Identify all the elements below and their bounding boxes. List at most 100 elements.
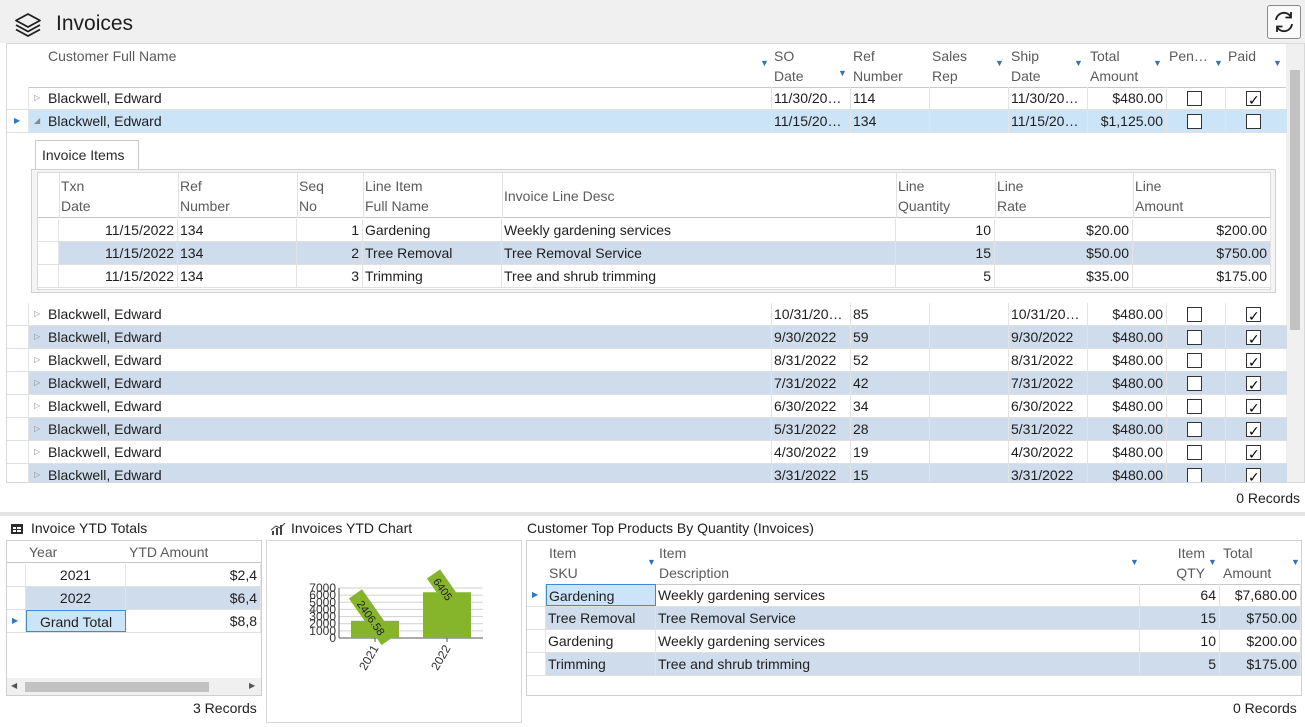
filter-icon[interactable]: ▼ xyxy=(995,58,1004,68)
cell-sku[interactable]: Tree Removal xyxy=(546,607,656,629)
table-row[interactable]: ▷ Blackwell, Edward 3/31/2022 15 3/31/2022 $4… xyxy=(7,464,1287,482)
cell-item[interactable]: Tree Removal xyxy=(363,242,502,264)
expand-icon[interactable]: ▷ xyxy=(34,332,40,341)
cell-total[interactable]: $480.00 xyxy=(1088,395,1167,417)
cell-item[interactable]: Gardening xyxy=(363,219,502,241)
invoice-items-grid[interactable]: Txn Date Ref Number Seq No Line Item Full Name I… xyxy=(37,172,1271,290)
cell-customer[interactable]: Blackwell, Edward xyxy=(46,87,772,109)
col-header-amount[interactable]: Line Amount xyxy=(1135,176,1269,216)
row-indicator[interactable] xyxy=(7,349,29,371)
scroll-right-icon[interactable]: ▶ xyxy=(249,681,255,690)
cell-desc[interactable]: Tree and shrub trimming xyxy=(656,653,1140,675)
cell-amount[interactable]: $175.00 xyxy=(1220,653,1301,675)
cell-so-date[interactable]: 6/30/2022 xyxy=(772,395,851,417)
row-indicator[interactable] xyxy=(527,653,546,675)
cell-rate[interactable]: $35.00 xyxy=(995,265,1133,287)
cell-ship-date[interactable]: 6/30/2022 xyxy=(1009,395,1088,417)
filter-icon[interactable]: ▼ xyxy=(1214,58,1223,68)
cell-sku[interactable]: Gardening xyxy=(546,630,656,652)
cell-pending[interactable] xyxy=(1167,418,1226,440)
filter-icon[interactable]: ▼ xyxy=(1153,58,1162,68)
col-header-sku[interactable]: Item SKU xyxy=(549,543,653,583)
cell-paid[interactable] xyxy=(1226,87,1287,109)
cell-desc[interactable]: Tree and shrub trimming xyxy=(502,265,896,287)
cell-sales-rep[interactable] xyxy=(930,303,1009,325)
cell-ref[interactable]: 134 xyxy=(851,110,930,132)
top-products-grid[interactable]: Item SKU ▼ Item Description ▼ Item QTY ▼ Total Amo… xyxy=(526,540,1302,696)
pending-checkbox[interactable] xyxy=(1187,114,1202,129)
cell-ship-date[interactable]: 9/30/2022 xyxy=(1009,326,1088,348)
cell-paid[interactable] xyxy=(1226,303,1287,325)
cell-customer[interactable]: Blackwell, Edward xyxy=(46,349,772,371)
col-header-ref[interactable]: Ref Number xyxy=(853,46,931,86)
table-row[interactable]: 11/15/2022 134 3 Trimming Tree and shrub tri… xyxy=(38,265,1271,288)
expand-icon[interactable]: ▷ xyxy=(34,470,40,479)
col-header-customer[interactable]: Customer Full Name xyxy=(48,46,176,66)
row-indicator[interactable] xyxy=(7,587,26,609)
filter-icon[interactable]: ▼ xyxy=(1291,557,1300,567)
cell-sku[interactable]: Trimming xyxy=(546,653,656,675)
cell-ship-date[interactable]: 10/31/20… xyxy=(1009,303,1088,325)
cell-amount[interactable]: $7,680.00 xyxy=(1220,584,1301,606)
paid-checkbox[interactable] xyxy=(1246,114,1261,129)
cell-ship-date[interactable]: 7/31/2022 xyxy=(1009,372,1088,394)
expand-icon[interactable]: ▷ xyxy=(34,355,40,364)
cell-pending[interactable] xyxy=(1167,110,1226,132)
cell-pending[interactable] xyxy=(1167,326,1226,348)
cell-paid[interactable] xyxy=(1226,464,1287,482)
cell-ytd-amount[interactable]: $8,8 xyxy=(126,610,261,632)
ytd-totals-grid[interactable]: Year YTD Amount 2021 $2,4 2022 $6,4 ▶ Grand Tot… xyxy=(6,540,262,696)
cell-so-date[interactable]: 10/31/20… xyxy=(772,303,851,325)
table-row[interactable]: ▷ Blackwell, Edward 6/30/2022 34 6/30/2022 $4… xyxy=(7,395,1287,418)
table-row[interactable]: ▷ Blackwell, Edward 11/30/20… 114 11/30/20… $… xyxy=(7,87,1287,110)
cell-txn[interactable]: 11/15/2022 xyxy=(59,242,178,264)
cell-seq[interactable]: 3 xyxy=(297,265,363,287)
pending-checkbox[interactable] xyxy=(1187,353,1202,368)
cell-rate[interactable]: $50.00 xyxy=(995,242,1133,264)
cell-total[interactable]: $480.00 xyxy=(1088,303,1167,325)
vertical-scrollbar[interactable] xyxy=(1286,44,1304,482)
cell-qty[interactable]: 5 xyxy=(1140,653,1220,675)
cell-so-date[interactable]: 3/31/2022 xyxy=(772,464,851,482)
cell-qty[interactable]: 5 xyxy=(896,265,995,287)
table-row[interactable]: ▷ Blackwell, Edward 10/31/20… 85 10/31/20… $4… xyxy=(7,303,1287,326)
col-header-qty[interactable]: Item QTY xyxy=(1143,543,1217,583)
scrollbar-thumb[interactable] xyxy=(1290,70,1300,330)
col-header-desc[interactable]: Invoice Line Desc xyxy=(504,186,894,206)
paid-checkbox[interactable] xyxy=(1246,351,1261,371)
cell-sku[interactable]: Gardening xyxy=(546,584,656,606)
cell-seq[interactable]: 1 xyxy=(297,219,363,241)
row-indicator[interactable] xyxy=(7,564,26,586)
cell-desc[interactable]: Weekly gardening services xyxy=(502,219,896,241)
cell-total[interactable]: $1,125.00 xyxy=(1088,110,1167,132)
cell-ref[interactable]: 59 xyxy=(851,326,930,348)
cell-paid[interactable] xyxy=(1226,326,1287,348)
pending-checkbox[interactable] xyxy=(1187,376,1202,391)
pending-checkbox[interactable] xyxy=(1187,445,1202,460)
cell-customer[interactable]: Blackwell, Edward xyxy=(46,395,772,417)
col-header-pending[interactable]: Pen… xyxy=(1169,46,1209,66)
cell-ship-date[interactable]: 3/31/2022 xyxy=(1009,464,1088,482)
cell-year[interactable]: Grand Total xyxy=(26,610,126,632)
cell-ref[interactable]: 134 xyxy=(178,219,297,241)
expand-icon[interactable]: ▷ xyxy=(34,424,40,433)
col-header-item[interactable]: Line Item Full Name xyxy=(365,176,500,216)
cell-txn[interactable]: 11/15/2022 xyxy=(59,265,178,287)
cell-ref[interactable]: 15 xyxy=(851,464,930,482)
paid-checkbox[interactable] xyxy=(1246,374,1261,394)
col-header-desc[interactable]: Item Description xyxy=(659,543,1137,583)
cell-so-date[interactable]: 11/30/20… xyxy=(772,87,851,109)
cell-ship-date[interactable]: 11/30/20… xyxy=(1009,87,1088,109)
cell-pending[interactable] xyxy=(1167,395,1226,417)
table-row[interactable]: ▷ Blackwell, Edward 7/31/2022 42 7/31/2022 $4… xyxy=(7,372,1287,395)
expand-icon[interactable]: ▷ xyxy=(34,378,40,387)
cell-ref[interactable]: 28 xyxy=(851,418,930,440)
paid-checkbox[interactable] xyxy=(1246,89,1261,109)
pending-checkbox[interactable] xyxy=(1187,307,1202,322)
paid-checkbox[interactable] xyxy=(1246,420,1261,440)
cell-txn[interactable]: 11/15/2022 xyxy=(59,219,178,241)
cell-ref[interactable]: 114 xyxy=(851,87,930,109)
cell-qty[interactable]: 64 xyxy=(1140,584,1220,606)
cell-customer[interactable]: Blackwell, Edward xyxy=(46,441,772,463)
col-header-ytd-amount[interactable]: YTD Amount xyxy=(129,542,208,562)
